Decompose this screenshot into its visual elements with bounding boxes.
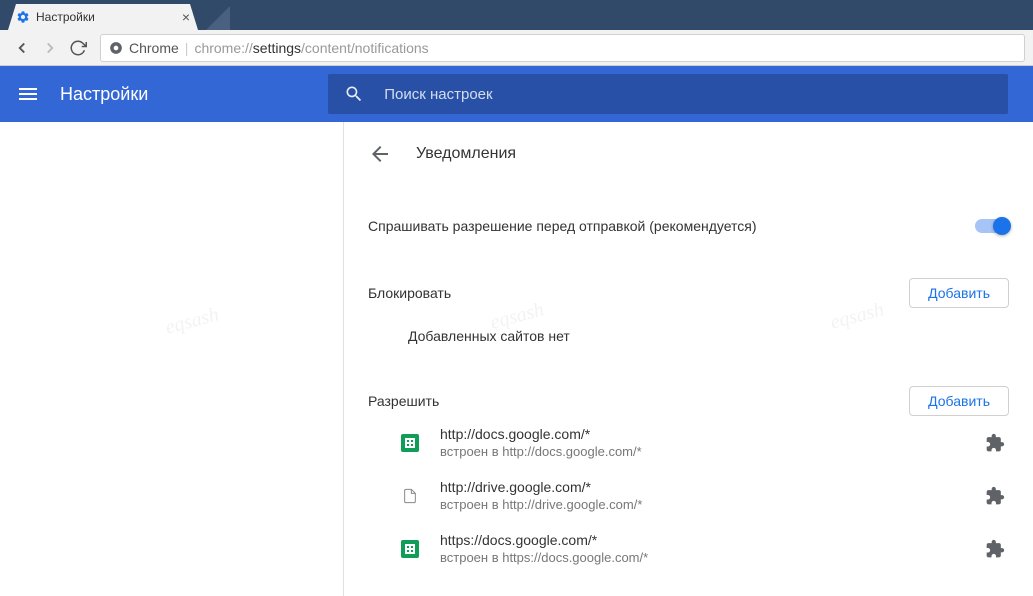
- site-url: http://drive.google.com/*: [440, 479, 985, 495]
- browser-tab[interactable]: Настройки ×: [8, 4, 198, 30]
- url-scheme: chrome://: [194, 40, 252, 56]
- url-bold: settings: [253, 40, 301, 56]
- main-toggle-label: Спрашивать разрешение перед отправкой (р…: [368, 218, 757, 234]
- site-sublabel: встроен в http://docs.google.com/*: [440, 444, 985, 459]
- url-label: Chrome: [129, 40, 179, 56]
- search-input[interactable]: [384, 86, 992, 103]
- extension-icon[interactable]: [985, 486, 1005, 506]
- tab-title: Настройки: [36, 10, 182, 24]
- block-empty-message: Добавленных сайтов нет: [368, 308, 1009, 354]
- site-url: http://docs.google.com/*: [440, 426, 985, 442]
- site-info: http://docs.google.com/* встроен в http:/…: [440, 426, 985, 459]
- allow-section-title: Разрешить: [368, 393, 439, 409]
- navigation-bar: Chrome | chrome://settings/content/notif…: [0, 30, 1033, 66]
- back-arrow-icon[interactable]: [368, 142, 392, 166]
- main-panel: Уведомления Спрашивать разрешение перед …: [343, 122, 1033, 596]
- site-row[interactable]: http://drive.google.com/* встроен в http:…: [368, 469, 1009, 522]
- extension-icon[interactable]: [985, 433, 1005, 453]
- url-rest: /content/notifications: [301, 40, 429, 56]
- back-button[interactable]: [8, 34, 36, 62]
- site-row[interactable]: https://docs.google.com/* встроен в https…: [368, 522, 1009, 575]
- block-add-button[interactable]: Добавить: [909, 278, 1009, 308]
- toggle-knob: [993, 217, 1011, 235]
- site-info: http://drive.google.com/* встроен в http:…: [440, 479, 985, 512]
- document-icon: [392, 486, 428, 506]
- search-box[interactable]: [328, 74, 1008, 114]
- main-toggle[interactable]: [975, 219, 1009, 233]
- page-header: Уведомления: [368, 142, 1009, 166]
- reload-button[interactable]: [64, 34, 92, 62]
- site-info: https://docs.google.com/* встроен в https…: [440, 532, 985, 565]
- sidebar-space: [0, 122, 343, 596]
- close-icon[interactable]: ×: [182, 9, 190, 25]
- extension-icon[interactable]: [985, 539, 1005, 559]
- allow-list: http://docs.google.com/* встроен в http:/…: [368, 416, 1009, 575]
- address-bar[interactable]: Chrome | chrome://settings/content/notif…: [100, 34, 1025, 62]
- search-icon: [344, 84, 364, 104]
- page-title: Уведомления: [416, 145, 516, 163]
- gear-icon: [16, 10, 30, 24]
- chrome-icon: [109, 41, 123, 55]
- sheets-icon: [392, 434, 428, 452]
- site-url: https://docs.google.com/*: [440, 532, 985, 548]
- site-sublabel: встроен в http://drive.google.com/*: [440, 497, 985, 512]
- main-toggle-row: Спрашивать разрешение перед отправкой (р…: [368, 206, 1009, 246]
- new-tab-button[interactable]: [206, 6, 230, 30]
- block-section-header: Блокировать Добавить: [368, 278, 1009, 308]
- content-area: Уведомления Спрашивать разрешение перед …: [0, 122, 1033, 596]
- sheets-icon: [392, 540, 428, 558]
- settings-title: Настройки: [60, 84, 148, 105]
- menu-icon[interactable]: [16, 82, 40, 106]
- allow-add-button[interactable]: Добавить: [909, 386, 1009, 416]
- forward-button[interactable]: [36, 34, 64, 62]
- allow-section-header: Разрешить Добавить: [368, 386, 1009, 416]
- block-section-title: Блокировать: [368, 285, 451, 301]
- site-row[interactable]: http://docs.google.com/* встроен в http:/…: [368, 416, 1009, 469]
- settings-header: Настройки: [0, 66, 1033, 122]
- tab-strip: Настройки ×: [0, 0, 1033, 30]
- site-sublabel: встроен в https://docs.google.com/*: [440, 550, 985, 565]
